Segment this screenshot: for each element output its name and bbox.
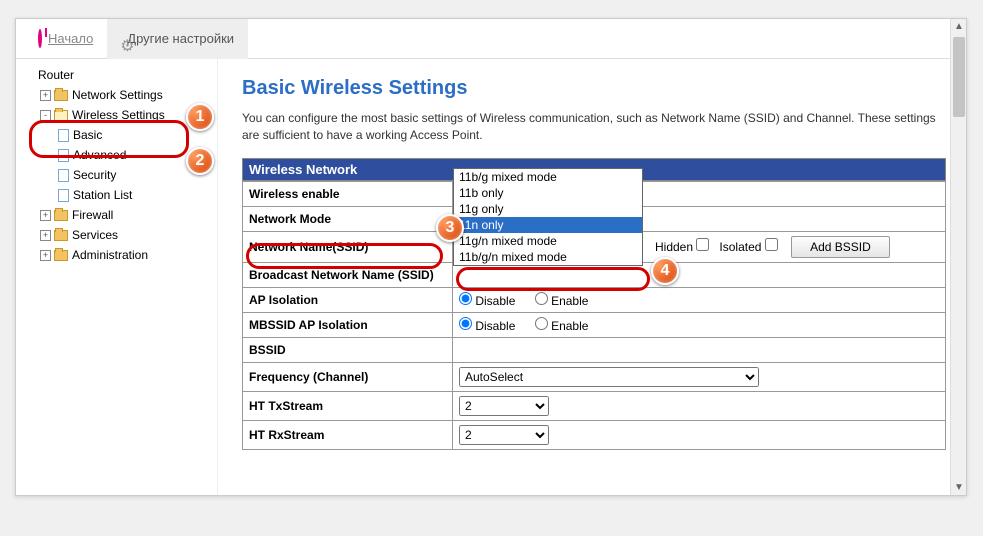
- folder-icon: [54, 250, 68, 261]
- expand-icon[interactable]: +: [40, 90, 51, 101]
- sidebar-item-station-list[interactable]: Station List: [56, 185, 213, 205]
- tab-home-label[interactable]: Начало: [48, 31, 93, 46]
- mode-option[interactable]: 11b/g mixed mode: [454, 169, 642, 185]
- row-htrx-label: HT RxStream: [243, 420, 453, 449]
- page-icon: [58, 149, 69, 162]
- frequency-select[interactable]: AutoSelect: [459, 367, 759, 387]
- isolated-label: Isolated: [719, 240, 761, 254]
- tab-home[interactable]: Начало: [24, 19, 107, 59]
- httx-select[interactable]: 2: [459, 396, 549, 416]
- tab-other-settings[interactable]: Другие настройки: [107, 19, 248, 59]
- isolated-checkbox[interactable]: [765, 238, 778, 251]
- row-broadcast-label: Broadcast Network Name (SSID): [243, 262, 453, 287]
- htrx-select[interactable]: 2: [459, 425, 549, 445]
- expand-icon[interactable]: +: [40, 210, 51, 221]
- settings-table: Wireless enable Network Mode Network Nam…: [242, 181, 946, 450]
- mode-option-selected[interactable]: 11n only: [454, 217, 642, 233]
- tree-root[interactable]: Router: [24, 65, 213, 85]
- folder-icon: [54, 210, 68, 221]
- window: Начало Другие настройки Router +Network …: [15, 18, 967, 496]
- marker-3: 3: [436, 214, 464, 242]
- sidebar-item-firewall[interactable]: +Firewall: [40, 205, 213, 225]
- row-network-name-label: Network Name(SSID): [243, 231, 453, 262]
- row-mbssid-label: MBSSID AP Isolation: [243, 312, 453, 337]
- row-bssid-label: BSSID: [243, 337, 453, 362]
- row-httx-label: HT TxStream: [243, 391, 453, 420]
- main-content: Basic Wireless Settings You can configur…: [218, 59, 966, 495]
- marker-1: 1: [186, 103, 214, 131]
- scroll-thumb[interactable]: [953, 37, 965, 117]
- row-network-mode-label: Network Mode: [243, 206, 453, 231]
- tab-other-label: Другие настройки: [127, 31, 234, 46]
- mode-option[interactable]: 11g/n mixed mode: [454, 233, 642, 249]
- hidden-checkbox[interactable]: [696, 238, 709, 251]
- mbssid-enable-radio[interactable]: [535, 317, 548, 330]
- mode-option[interactable]: 11b only: [454, 185, 642, 201]
- page-icon: [58, 129, 69, 142]
- network-mode-dropdown[interactable]: 11b/g mixed mode 11b only 11g only 11n o…: [453, 168, 643, 266]
- expand-icon[interactable]: +: [40, 230, 51, 241]
- scroll-down-icon[interactable]: ▼: [954, 482, 964, 493]
- marker-2: 2: [186, 147, 214, 175]
- row-ap-isolation-label: AP Isolation: [243, 287, 453, 312]
- marker-4: 4: [651, 257, 679, 285]
- mode-option[interactable]: 11g only: [454, 201, 642, 217]
- page-icon: [58, 189, 69, 202]
- folder-open-icon: [54, 110, 68, 121]
- folder-icon: [54, 90, 68, 101]
- page-description: You can configure the most basic setting…: [242, 110, 946, 144]
- hidden-label: Hidden: [655, 240, 693, 254]
- power-icon: [38, 31, 42, 46]
- expand-icon[interactable]: +: [40, 250, 51, 261]
- scrollbar-vertical[interactable]: ▲ ▼: [950, 19, 966, 495]
- mbssid-disable-radio[interactable]: [459, 317, 472, 330]
- ap-isolation-enable-radio[interactable]: [535, 292, 548, 305]
- sidebar-item-administration[interactable]: +Administration: [40, 245, 213, 265]
- row-frequency-label: Frequency (Channel): [243, 362, 453, 391]
- page-title: Basic Wireless Settings: [242, 77, 946, 100]
- row-wireless-enable-label: Wireless enable: [243, 181, 453, 206]
- sidebar-item-network-settings[interactable]: +Network Settings: [40, 85, 213, 105]
- page-icon: [58, 169, 69, 182]
- scroll-up-icon[interactable]: ▲: [954, 21, 964, 32]
- collapse-icon[interactable]: -: [40, 110, 51, 121]
- folder-icon: [54, 230, 68, 241]
- add-bssid-button[interactable]: Add BSSID: [791, 236, 890, 258]
- topbar: Начало Другие настройки: [16, 19, 966, 59]
- ap-isolation-disable-radio[interactable]: [459, 292, 472, 305]
- mode-option[interactable]: 11b/g/n mixed mode: [454, 249, 642, 265]
- sidebar-item-services[interactable]: +Services: [40, 225, 213, 245]
